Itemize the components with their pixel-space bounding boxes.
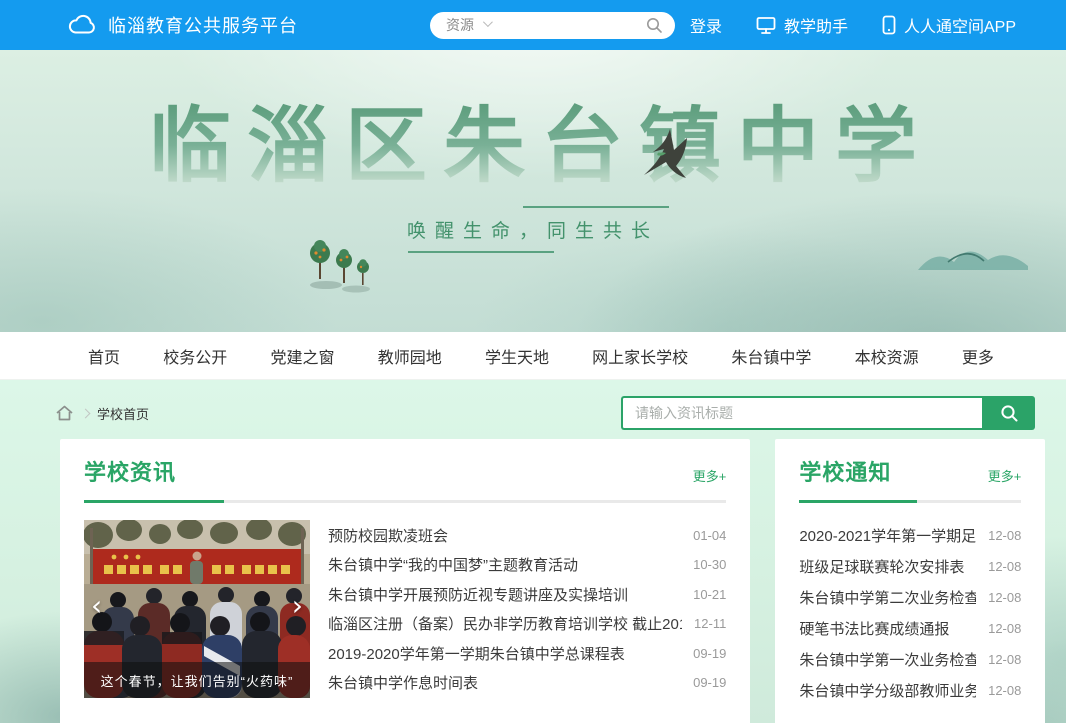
news-panel-head: 学校资讯 更多+	[84, 455, 726, 487]
news-item-date: 10-21	[693, 587, 726, 602]
search-button[interactable]	[982, 396, 1035, 430]
carousel-caption: 这个春节，让我们告别“火药味”	[84, 662, 310, 698]
notices-title-rule	[799, 500, 1021, 503]
top-header: 临淄教育公共服务平台 资源 登录 教学助手 人人通空间A	[0, 0, 1066, 50]
carousel-prev-arrow[interactable]: ‹	[91, 592, 102, 620]
nav-list: 首页 校务公开 党建之窗 教师园地 学生天地 网上家长学校 朱台镇中学 本校资源…	[0, 332, 1066, 379]
notice-item-title: 班级足球联赛轮次安排表	[799, 556, 976, 577]
notice-item-date: 12-08	[988, 590, 1021, 605]
search-icon	[999, 403, 1019, 423]
monitor-icon	[756, 16, 776, 35]
news-list-item[interactable]: 朱台镇中学作息时间表 09-19	[328, 669, 726, 696]
teaching-assistant-label: 教学助手	[784, 13, 848, 37]
news-item-title: 2019-2020学年第一学期朱台镇中学总课程表	[328, 643, 681, 664]
notice-item-date: 12-08	[988, 683, 1021, 698]
breadcrumb-chevron-icon	[81, 408, 91, 418]
notice-item-date: 12-08	[988, 652, 1021, 667]
nav-item[interactable]: 校务公开	[163, 344, 227, 368]
notices-more-link[interactable]: 更多+	[988, 466, 1022, 487]
notices-title: 学校通知	[799, 455, 891, 487]
nav-item[interactable]: 朱台镇中学	[731, 344, 811, 368]
notice-list-item[interactable]: 班级足球联赛轮次安排表 12-08	[799, 553, 1021, 580]
notice-list-item[interactable]: 朱台镇中学分级部教师业务展 12-08	[799, 677, 1021, 704]
notice-list-item[interactable]: 朱台镇中学第一次业务检查的 12-08	[799, 646, 1021, 673]
news-title: 学校资讯	[84, 455, 176, 487]
teaching-assistant-link[interactable]: 教学助手	[756, 13, 848, 37]
search-input[interactable]	[621, 396, 982, 430]
school-name: 临淄区朱台镇中学	[0, 102, 1066, 192]
home-icon[interactable]	[55, 404, 74, 422]
search-category-label: 资源	[446, 15, 474, 35]
news-item-title: 朱台镇中学作息时间表	[328, 672, 681, 693]
notice-item-title: 朱台镇中学分级部教师业务展	[799, 680, 976, 701]
news-item-date: 09-19	[693, 646, 726, 661]
news-item-date: 09-19	[693, 675, 726, 690]
notice-list-item[interactable]: 2020-2021学年第一学期足球 12-08	[799, 522, 1021, 549]
news-carousel[interactable]: ‹ › 这个春节，让我们告别“火药味”	[84, 520, 310, 698]
brand-logo[interactable]: 临淄教育公共服务平台	[68, 12, 298, 38]
content-area: 〉〉 学校首页 学校资讯	[0, 380, 1066, 723]
notice-item-title: 硬笔书法比赛成绩通报	[799, 618, 976, 639]
app-label: 人人通空间APP	[904, 13, 1016, 37]
login-link[interactable]: 登录	[690, 13, 722, 37]
hero-banner: 临淄区朱台镇中学 唤醒生命，同生共长	[0, 50, 1066, 332]
news-list-item[interactable]: 2019-2020学年第一学期朱台镇中学总课程表 09-19	[328, 640, 726, 667]
cloud-logo-icon	[68, 14, 98, 36]
breadcrumb-current[interactable]: 学校首页	[97, 404, 149, 423]
news-body: ‹ › 这个春节，让我们告别“火药味” 预防校园欺凌班会 01-04 朱台镇中学…	[84, 520, 726, 698]
chevron-down-icon	[483, 17, 493, 27]
news-item-date: 10-30	[693, 557, 726, 572]
news-item-title: 朱台镇中学“我的中国梦”主题教育活动	[328, 554, 681, 575]
news-item-title: 临淄区注册（备案）民办非学历教育培训学校 截止2019	[328, 613, 682, 634]
notice-item-title: 朱台镇中学第一次业务检查的	[799, 649, 976, 670]
carousel-next-arrow[interactable]: ›	[292, 592, 303, 620]
news-list-item[interactable]: 临淄区注册（备案）民办非学历教育培训学校 截止2019 12-11	[328, 610, 726, 637]
toolbar-row: 学校首页	[55, 396, 1035, 430]
notice-list-item[interactable]: 朱台镇中学第二次业务检查的 12-08	[799, 584, 1021, 611]
main-nav: 首页 校务公开 党建之窗 教师园地 学生天地 网上家长学校 朱台镇中学 本校资源…	[0, 332, 1066, 380]
brand-title: 临淄教育公共服务平台	[108, 12, 298, 38]
news-item-date: 12-11	[694, 616, 726, 631]
nav-item[interactable]: 更多	[962, 344, 994, 368]
nav-item[interactable]: 本校资源	[855, 344, 919, 368]
school-news-panel: 学校资讯 更多+	[60, 439, 750, 723]
news-list-item[interactable]: 预防校园欺凌班会 01-04	[328, 522, 726, 549]
news-more-link[interactable]: 更多+	[693, 466, 727, 487]
notice-item-title: 2020-2021学年第一学期足球	[799, 525, 976, 546]
breadcrumb: 学校首页	[55, 404, 149, 423]
notice-item-date: 12-08	[988, 621, 1021, 636]
news-item-title: 预防校园欺凌班会	[328, 525, 681, 546]
content-search	[621, 396, 1035, 430]
nav-item[interactable]: 首页	[88, 344, 120, 368]
search-icon	[645, 16, 663, 34]
news-item-title: 朱台镇中学开展预防近视专题讲座及实操培训	[328, 584, 681, 605]
notice-item-date: 12-08	[988, 528, 1021, 543]
notice-item-title: 朱台镇中学第二次业务检查的	[799, 587, 976, 608]
notice-item-date: 12-08	[988, 559, 1021, 574]
app-link[interactable]: 人人通空间APP	[882, 13, 1016, 37]
school-notices-panel: 学校通知 更多+ 2020-2021学年第一学期足球 12-08 班级足球联赛轮…	[775, 439, 1045, 723]
news-title-rule	[84, 500, 726, 503]
news-list: 预防校园欺凌班会 01-04 朱台镇中学“我的中国梦”主题教育活动 10-30 …	[328, 520, 726, 698]
news-list-item[interactable]: 朱台镇中学开展预防近视专题讲座及实操培训 10-21	[328, 581, 726, 608]
mountains-decoration	[918, 240, 1028, 270]
header-right-group: 登录 教学助手 人人通空间APP	[690, 13, 1016, 37]
notices-list: 2020-2021学年第一学期足球 12-08 班级足球联赛轮次安排表 12-0…	[799, 520, 1021, 706]
panels-row: 学校资讯 更多+	[60, 439, 1035, 723]
news-list-item[interactable]: 朱台镇中学“我的中国梦”主题教育活动 10-30	[328, 551, 726, 578]
notice-list-item[interactable]: 硬笔书法比赛成绩通报 12-08	[799, 615, 1021, 642]
news-item-date: 01-04	[693, 528, 726, 543]
nav-item[interactable]: 教师园地	[378, 344, 442, 368]
login-label: 登录	[690, 13, 722, 37]
header-search[interactable]: 资源	[430, 12, 675, 39]
phone-icon	[882, 15, 896, 35]
nav-item[interactable]: 党建之窗	[270, 344, 334, 368]
trees-decoration	[300, 233, 380, 293]
notices-panel-head: 学校通知 更多+	[799, 455, 1021, 487]
banner-slogan: 唤醒生命，同生共长	[403, 206, 663, 253]
nav-item[interactable]: 学生天地	[485, 344, 549, 368]
swallow-icon	[636, 126, 698, 184]
nav-item[interactable]: 网上家长学校	[592, 344, 688, 368]
slogan-wrap: 唤醒生命，同生共长	[0, 206, 1066, 253]
